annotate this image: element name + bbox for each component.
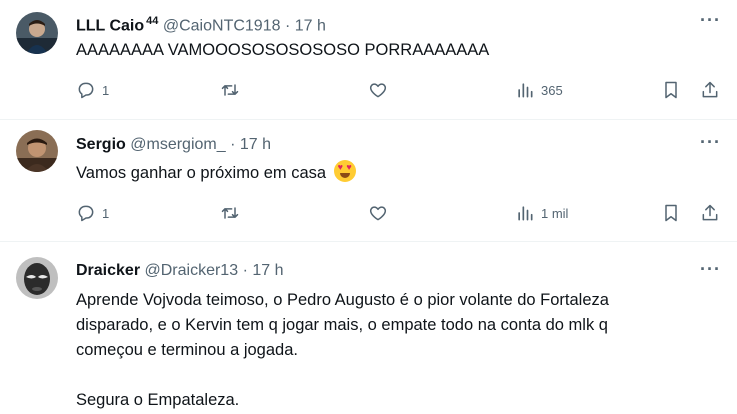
bookmark-button[interactable]: [661, 201, 681, 225]
tweet-actions: 1 1 mil: [76, 201, 723, 225]
tweet-text-line: Aprende Vojvoda teimoso, o Pedro Augusto…: [76, 291, 609, 309]
tweet-text: Aprende Vojvoda teimoso, o Pedro Augusto…: [76, 288, 707, 413]
display-name[interactable]: LLL Caio: [76, 17, 144, 34]
tweet-text: AAAAAAAA VAMOOOSOSOSOSOSO PORRAAAAAAA: [76, 38, 707, 63]
heart-icon: [369, 206, 387, 221]
tweet-header: LLL Caio 44 @CaioNTC1918 · 17 h: [76, 11, 677, 36]
display-name[interactable]: Draicker: [76, 262, 140, 279]
heart-icon: [369, 83, 387, 98]
like-button[interactable]: [368, 78, 394, 102]
tweet-text-line: Segura o Empataleza.: [76, 391, 240, 409]
reply-icon: [78, 205, 94, 222]
tweet-text-line: AAAAAAAA VAMOOOSOSOSOSOSO PORRAAAAAAA: [76, 41, 490, 59]
reply-count: 1: [102, 82, 110, 98]
view-count: 1 mil: [541, 205, 569, 221]
separator: ·: [230, 136, 236, 153]
reply-icon: [78, 82, 94, 99]
views-icon: [518, 206, 533, 221]
separator: ·: [242, 262, 248, 279]
more-options-icon[interactable]: ···: [700, 259, 721, 280]
share-icon: [702, 204, 718, 221]
view-count: 365: [541, 82, 563, 98]
retweet-icon: [221, 84, 239, 96]
bookmark-icon: [665, 204, 677, 222]
tweet-text-line: começou e terminou a jogada.: [76, 341, 298, 359]
tweet[interactable]: LLL Caio 44 @CaioNTC1918 · 17 h ··· AAAAA…: [0, 0, 737, 120]
user-handle[interactable]: @CaioNTC1918: [163, 17, 281, 34]
tweet-text-line: disparado, e o Kervin tem q jogar mais, …: [76, 316, 608, 334]
timestamp[interactable]: 17 h: [252, 262, 283, 279]
more-options-icon[interactable]: ···: [700, 132, 721, 153]
share-button[interactable]: [700, 201, 720, 225]
bookmark-button[interactable]: [661, 78, 681, 102]
like-button[interactable]: [368, 201, 394, 225]
reply-button[interactable]: 1: [76, 201, 109, 225]
share-icon: [702, 81, 718, 98]
tweet-text-line: Vamos ganhar o próximo em casa: [76, 164, 327, 182]
tweet[interactable]: Sergio @msergiom_ · 17 h ··· Vamos ganha…: [0, 120, 737, 242]
reply-count: 1: [102, 205, 110, 221]
share-button[interactable]: [700, 78, 720, 102]
user-handle[interactable]: @Draicker13: [145, 262, 239, 279]
bookmark-icon: [665, 81, 677, 99]
tweet-header: Sergio @msergiom_ · 17 h: [76, 135, 677, 155]
views-icon: [518, 83, 533, 98]
views-button[interactable]: 365: [515, 78, 563, 102]
heart-eyes-emoji-icon: [333, 160, 356, 182]
name-badge: 44: [146, 15, 159, 27]
avatar[interactable]: [16, 257, 58, 299]
timestamp[interactable]: 17 h: [295, 17, 326, 34]
views-button[interactable]: 1 mil: [515, 201, 568, 225]
separator: ·: [284, 17, 291, 35]
retweet-icon: [221, 207, 239, 219]
timestamp[interactable]: 17 h: [240, 136, 271, 153]
avatar[interactable]: [16, 12, 58, 54]
tweet-header: Draicker @Draicker13 · 17 h: [76, 261, 677, 281]
avatar[interactable]: [16, 130, 58, 172]
retweet-button[interactable]: [220, 201, 246, 225]
more-options-icon[interactable]: ···: [700, 10, 721, 31]
reply-button[interactable]: 1: [76, 78, 109, 102]
tweet-actions: 1 365: [76, 78, 723, 102]
tweet[interactable]: Draicker @Draicker13 · 17 h ··· Aprende …: [0, 242, 737, 414]
tweet-text: Vamos ganhar o próximo em casa: [76, 160, 707, 186]
user-handle[interactable]: @msergiom_: [130, 136, 225, 153]
display-name[interactable]: Sergio: [76, 136, 126, 153]
retweet-button[interactable]: [220, 78, 246, 102]
